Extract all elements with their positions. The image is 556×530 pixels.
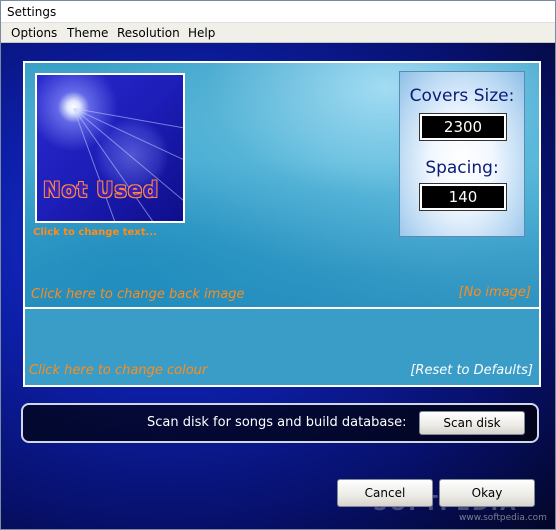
change-back-image-link[interactable]: Click here to change back image bbox=[31, 287, 245, 302]
menu-resolution[interactable]: Resolution bbox=[117, 26, 180, 40]
light-ray bbox=[73, 108, 129, 221]
back-image-area[interactable]: Not Used Click to change text... Click h… bbox=[25, 63, 539, 307]
okay-button[interactable]: Okay bbox=[439, 479, 535, 507]
settings-box: Covers Size: 2300 Spacing: 140 bbox=[399, 71, 525, 237]
title-bar: Settings bbox=[1, 1, 555, 23]
menu-theme[interactable]: Theme bbox=[67, 26, 108, 40]
spacing-label: Spacing: bbox=[425, 158, 499, 178]
cover-image[interactable]: Not Used bbox=[35, 73, 185, 223]
change-text-link[interactable]: Click to change text... bbox=[33, 227, 157, 238]
change-colour-link[interactable]: Click here to change colour bbox=[29, 363, 207, 378]
client-area: Not Used Click to change text... Click h… bbox=[1, 43, 555, 529]
spacing-field[interactable]: 140 bbox=[419, 183, 507, 211]
reset-defaults-link[interactable]: [Reset to Defaults] bbox=[410, 363, 533, 378]
menu-help[interactable]: Help bbox=[188, 26, 215, 40]
window-title: Settings bbox=[7, 5, 57, 19]
settings-window: Settings Options Theme Resolution Help N… bbox=[0, 0, 556, 530]
cancel-button[interactable]: Cancel bbox=[337, 479, 433, 507]
colour-area[interactable]: Click here to change colour [Reset to De… bbox=[25, 309, 539, 385]
no-image-link[interactable]: [No image] bbox=[459, 285, 531, 300]
cover-text: Not Used bbox=[43, 178, 160, 202]
menu-bar: Options Theme Resolution Help bbox=[1, 23, 555, 43]
watermark-url: www.softpedia.com bbox=[459, 513, 547, 523]
covers-size-label: Covers Size: bbox=[409, 86, 515, 106]
scan-disk-button[interactable]: Scan disk bbox=[419, 411, 525, 435]
scan-label: Scan disk for songs and build database: bbox=[147, 415, 407, 430]
covers-size-field[interactable]: 2300 bbox=[419, 113, 507, 141]
preview-panel: Not Used Click to change text... Click h… bbox=[23, 61, 541, 387]
menu-options[interactable]: Options bbox=[11, 26, 57, 40]
scan-frame: Scan disk for songs and build database: … bbox=[21, 403, 539, 443]
light-ray bbox=[73, 108, 166, 221]
